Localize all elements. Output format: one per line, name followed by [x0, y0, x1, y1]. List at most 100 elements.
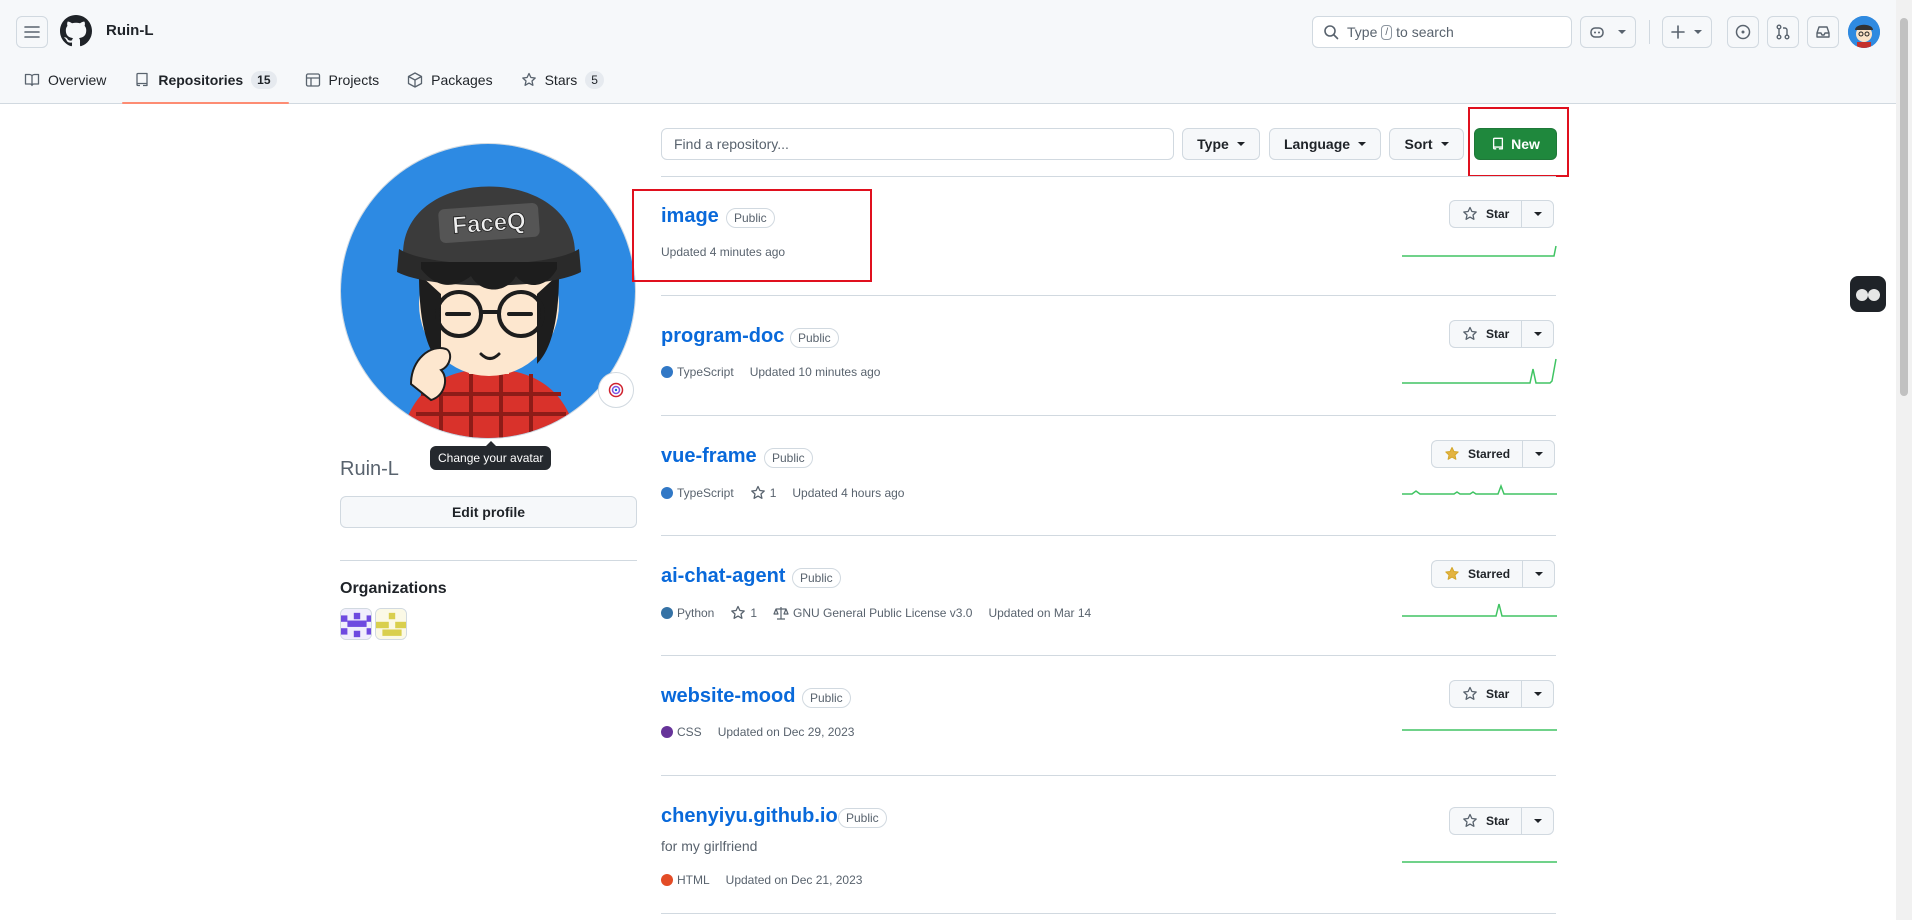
license-name: GNU General Public License v3.0 [793, 606, 973, 620]
user-avatar-image [1848, 16, 1880, 48]
caret-down-icon [1533, 819, 1542, 823]
issues-button[interactable] [1727, 16, 1759, 48]
chevron-down-icon [1618, 30, 1626, 34]
scrollbar-thumb[interactable] [1900, 18, 1908, 396]
star-list-dropdown[interactable] [1522, 440, 1556, 468]
global-search-input[interactable]: Type / to search [1312, 16, 1572, 48]
github-logo-icon[interactable] [60, 15, 92, 47]
repo-language: CSS [677, 725, 702, 739]
caret-down-icon [1440, 142, 1449, 146]
set-status-button[interactable] [598, 372, 634, 408]
sort-button[interactable]: Sort [1389, 128, 1464, 160]
user-avatar[interactable] [1848, 16, 1880, 48]
star-button-label: Starred [1468, 567, 1511, 581]
star-button[interactable]: Star [1449, 680, 1522, 708]
tab-label: Projects [328, 72, 380, 88]
plus-icon [1671, 25, 1685, 39]
repo-name-link[interactable]: program-doc [661, 325, 784, 348]
stargazers-link[interactable]: 1 [730, 605, 757, 621]
star-button-label: Star [1486, 687, 1510, 701]
updated-time: Updated on Dec 29, 2023 [717, 725, 855, 739]
star-list-dropdown[interactable] [1522, 560, 1556, 588]
organization-avatar[interactable] [340, 608, 372, 640]
copilot-button[interactable] [1580, 16, 1636, 48]
language-filter-label: Language [1283, 136, 1351, 152]
activity-sparkline [1402, 729, 1557, 731]
inbox-button[interactable] [1807, 16, 1839, 48]
tab-projects[interactable]: Projects [293, 62, 392, 98]
extension-eyes-icon [1856, 289, 1880, 301]
app-header: Ruin-L Type / to search Overview Reposit… [0, 0, 1896, 104]
organization-avatar[interactable] [375, 608, 407, 640]
search-suffix: to search [1396, 24, 1454, 40]
repo-name-link[interactable]: chenyiyu.github.io [661, 805, 838, 828]
updated-time: Updated 10 minutes ago [749, 365, 881, 379]
tab-label: Repositories [158, 72, 244, 88]
visibility-badge: Public [764, 448, 813, 468]
language-filter-button[interactable]: Language [1269, 128, 1381, 160]
star-icon [1463, 206, 1477, 220]
avatar-logo-text: FaceQ [451, 207, 526, 239]
language-color-dot [661, 607, 673, 619]
edit-profile-button[interactable]: Edit profile [340, 496, 637, 528]
repo-language: TypeScript [677, 365, 734, 379]
unstar-button[interactable]: Starred [1431, 440, 1523, 468]
star-button[interactable]: Star [1449, 200, 1522, 228]
star-button-group: Star [1449, 320, 1555, 348]
repo-language: HTML [677, 873, 710, 887]
organizations-heading: Organizations [340, 580, 447, 597]
tab-repositories[interactable]: Repositories 15 [122, 62, 289, 104]
tab-packages[interactable]: Packages [395, 62, 504, 98]
star-button-label: Star [1486, 814, 1510, 828]
stargazers-link[interactable]: 1 [750, 485, 776, 501]
visibility-badge: Public [792, 568, 841, 588]
list-divider [661, 535, 1556, 536]
unstar-button[interactable]: Starred [1431, 560, 1523, 588]
repo-name-link[interactable]: ai-chat-agent [661, 565, 785, 588]
type-filter-button[interactable]: Type [1182, 128, 1260, 160]
star-button-group: Starred [1431, 560, 1556, 588]
star-filled-icon [1445, 567, 1459, 580]
repo-icon [136, 72, 149, 87]
hamburger-icon [24, 26, 40, 38]
caret-down-icon [1533, 332, 1542, 336]
smiley-status-icon [608, 382, 624, 398]
header-username[interactable]: Ruin-L [106, 22, 153, 39]
activity-sparkline [1402, 861, 1557, 863]
star-button[interactable]: Star [1449, 320, 1522, 348]
star-icon [731, 605, 746, 619]
repo-name-link[interactable]: vue-frame [661, 445, 757, 468]
star-list-dropdown[interactable] [1521, 200, 1555, 228]
org-identicon [341, 609, 371, 639]
star-button-group: Star [1449, 200, 1555, 228]
chevron-down-icon [1694, 30, 1702, 34]
visibility-badge: Public [802, 688, 851, 708]
menu-button[interactable] [16, 16, 48, 48]
language-color-dot [661, 726, 673, 738]
profile-avatar[interactable]: FaceQ [340, 143, 636, 439]
stars-count: 5 [585, 71, 604, 89]
star-icon [521, 72, 536, 86]
create-new-button[interactable] [1662, 16, 1712, 48]
language-color-dot [661, 487, 673, 499]
star-icon [750, 485, 765, 499]
star-button-group: Starred [1431, 440, 1556, 468]
tab-overview[interactable]: Overview [12, 62, 118, 98]
profile-tabs: Overview Repositories 15 Projects Packag… [0, 62, 620, 104]
extension-floating-button[interactable] [1850, 276, 1886, 312]
list-divider [661, 913, 1556, 914]
star-button[interactable]: Star [1449, 807, 1522, 835]
repo-name-link[interactable]: website-mood [661, 685, 795, 708]
star-list-dropdown[interactable] [1521, 680, 1555, 708]
header-divider [1649, 20, 1650, 44]
copilot-icon [1590, 27, 1604, 38]
repo-language: TypeScript [677, 486, 734, 500]
tab-stars[interactable]: Stars 5 [509, 62, 616, 98]
star-list-dropdown[interactable] [1521, 807, 1555, 835]
pull-requests-button[interactable] [1767, 16, 1799, 48]
star-icon [1463, 326, 1477, 340]
star-button-label: Star [1486, 207, 1510, 221]
star-list-dropdown[interactable] [1521, 320, 1555, 348]
find-repository-input[interactable] [661, 128, 1174, 160]
star-button-label: Star [1486, 327, 1510, 341]
